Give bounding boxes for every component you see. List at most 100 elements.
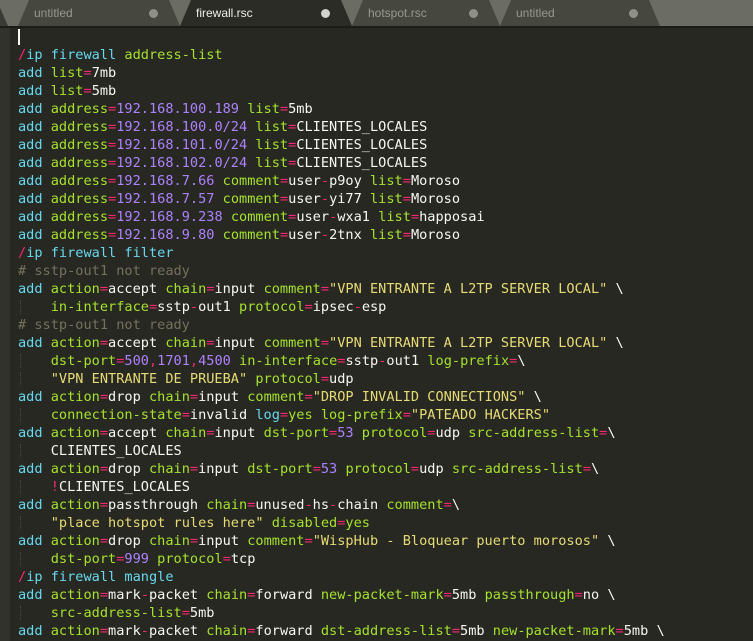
code-line[interactable]: connection-state=invalid log=yes log-pre… xyxy=(0,406,753,424)
code-area[interactable]: /ip firewall address-listadd list=7mbadd… xyxy=(0,28,753,641)
code-token: add xyxy=(18,461,43,477)
code-line[interactable]: add address=192.168.7.66 comment=user-p9… xyxy=(0,172,753,190)
code-line[interactable] xyxy=(0,28,753,46)
code-token: unused xyxy=(255,497,304,513)
code-line[interactable]: !CLIENTES_LOCALES xyxy=(0,478,753,496)
tab-label: untitled xyxy=(516,6,629,20)
code-token: = xyxy=(329,425,337,441)
code-line[interactable]: # sstp-out1 not ready xyxy=(0,316,753,334)
code-token: 192.168.100.0/24 xyxy=(116,119,247,135)
code-token: Moroso xyxy=(411,191,460,207)
indent-guide xyxy=(20,552,21,566)
code-line[interactable]: add action=accept chain=input comment="V… xyxy=(0,280,753,298)
code-line[interactable]: dst-port=999 protocol=tcp xyxy=(0,550,753,568)
code-token: = xyxy=(190,533,198,549)
code-token: 999 xyxy=(124,551,149,567)
indent-guide xyxy=(20,606,21,620)
tab-firewall-rsc[interactable]: firewall.rsc xyxy=(180,0,352,26)
code-token xyxy=(43,533,51,549)
code-line[interactable]: add action=accept chain=input comment="V… xyxy=(0,334,753,352)
code-line[interactable]: "place hotspot rules here" disabled=yes xyxy=(0,514,753,532)
code-token xyxy=(255,281,263,297)
code-token: log-prefix xyxy=(427,353,509,369)
code-token: action xyxy=(51,497,100,513)
code-token: input xyxy=(214,335,255,351)
code-token: 192.168.9.80 xyxy=(116,227,214,243)
code-token: drop xyxy=(108,461,141,477)
tab-hotspot-rsc[interactable]: hotspot.rsc xyxy=(352,0,500,26)
code-line[interactable]: add action=mark-packet chain=forward new… xyxy=(0,586,753,604)
code-line[interactable]: /ip firewall mangle xyxy=(0,568,753,586)
code-token: - xyxy=(321,191,329,207)
code-token: add xyxy=(18,281,43,297)
code-token: add xyxy=(18,173,43,189)
code-line[interactable]: add action=drop chain=input comment="Wis… xyxy=(0,532,753,550)
code-line[interactable]: add list=7mb xyxy=(0,64,753,82)
code-line[interactable]: add action=accept chain=input dst-port=5… xyxy=(0,424,753,442)
code-token xyxy=(43,101,51,117)
code-line[interactable]: "VPN ENTRANTE DE PRUEBA" protocol=udp xyxy=(0,370,753,388)
code-line[interactable]: add address=192.168.7.57 comment=user-yi… xyxy=(0,190,753,208)
code-line[interactable]: add action=drop chain=input comment="DRO… xyxy=(0,388,753,406)
code-line[interactable]: add action=passthrough chain=unused-hs-c… xyxy=(0,496,753,514)
code-line[interactable]: add address=192.168.9.238 comment=user-w… xyxy=(0,208,753,226)
code-token: yes xyxy=(345,515,370,531)
code-line[interactable]: /ip firewall filter xyxy=(0,244,753,262)
code-token: = xyxy=(305,299,313,315)
code-line[interactable]: add action=mark-packet chain=forward dst… xyxy=(0,622,753,640)
code-token xyxy=(149,551,157,567)
code-token xyxy=(43,137,51,153)
code-line[interactable]: dst-port=500,1701,4500 in-interface=sstp… xyxy=(0,352,753,370)
code-token: input xyxy=(198,461,239,477)
code-token xyxy=(43,335,51,351)
code-token: input xyxy=(214,281,255,297)
code-token: chain xyxy=(149,389,190,405)
code-line[interactable]: add address=192.168.100.0/24 list=CLIENT… xyxy=(0,118,753,136)
indent-guide xyxy=(20,408,21,422)
tab-untitled[interactable]: untitled xyxy=(18,0,180,26)
code-token: esp xyxy=(362,299,387,315)
code-line[interactable]: add address=192.168.101.0/24 list=CLIENT… xyxy=(0,136,753,154)
code-line[interactable]: add action=drop chain=input dst-port=53 … xyxy=(0,460,753,478)
code-token: disabled xyxy=(272,515,337,531)
code-token xyxy=(43,173,51,189)
code-line[interactable]: # sstp-out1 not ready xyxy=(0,262,753,280)
code-line[interactable]: add address=192.168.9.80 comment=user-2t… xyxy=(0,226,753,244)
code-token xyxy=(141,533,149,549)
code-token xyxy=(43,83,51,99)
code-token: protocol xyxy=(345,461,410,477)
code-token: src-address-list xyxy=(51,605,182,621)
code-line[interactable]: add address=192.168.100.189 list=5mb xyxy=(0,100,753,118)
code-line[interactable]: in-interface=sstp-out1 protocol=ipsec-es… xyxy=(0,298,753,316)
code-line[interactable]: /ip firewall address-list xyxy=(0,46,753,64)
code-token: user xyxy=(288,173,321,189)
code-token: dst-port xyxy=(264,425,329,441)
code-token: / xyxy=(18,47,26,63)
code-token xyxy=(239,533,247,549)
code-token: comment xyxy=(247,389,304,405)
indent-guide xyxy=(20,516,21,530)
tab-untitled[interactable]: untitled xyxy=(500,0,660,26)
code-token xyxy=(231,299,239,315)
code-token: 1701 xyxy=(157,353,190,369)
code-token: mark xyxy=(108,623,141,639)
code-token: chain xyxy=(206,623,247,639)
code-token: = xyxy=(305,389,313,405)
code-token xyxy=(239,461,247,477)
code-token: CLIENTES_LOCALES xyxy=(296,137,427,153)
code-line[interactable]: add address=192.168.102.0/24 list=CLIENT… xyxy=(0,154,753,172)
code-line[interactable]: src-address-list=5mb xyxy=(0,604,753,622)
code-token: comment xyxy=(223,173,280,189)
code-token xyxy=(43,425,51,441)
code-line[interactable]: add list=5mb xyxy=(0,82,753,100)
code-token: = xyxy=(100,335,108,351)
code-line[interactable]: CLIENTES_LOCALES xyxy=(0,442,753,460)
code-token: p9oy xyxy=(329,173,362,189)
code-token: action xyxy=(51,533,100,549)
modified-indicator-icon xyxy=(629,9,638,18)
indent-guide xyxy=(20,354,21,368)
code-token: add xyxy=(18,83,43,99)
code-token: = xyxy=(452,623,460,639)
code-token: 192.168.100.189 xyxy=(116,101,239,117)
code-token xyxy=(43,227,51,243)
